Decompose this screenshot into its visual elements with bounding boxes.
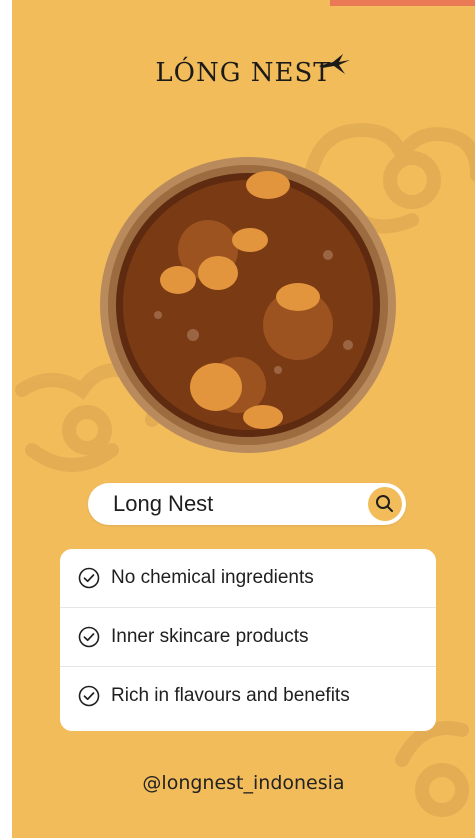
search-button[interactable] [368, 487, 402, 521]
feature-label: Rich in flavours and benefits [111, 685, 350, 706]
list-item: No chemical ingredients [60, 549, 436, 607]
accent-strip [330, 0, 475, 6]
list-item: Inner skincare products [60, 608, 436, 666]
swallow-bird-icon [319, 54, 350, 74]
feature-list: No chemical ingredients Inner skincare p… [60, 549, 436, 731]
list-item: Rich in flavours and benefits [60, 667, 436, 725]
search-query[interactable]: Long Nest [113, 491, 213, 517]
poster-frame: LÓNG NEST Long Nest No chemical ingredie… [0, 0, 475, 838]
feature-label: No chemical ingredients [111, 567, 314, 588]
instagram-handle: @longnest_indonesia [142, 772, 345, 794]
feature-label: Inner skincare products [111, 626, 309, 647]
search-bar[interactable]: Long Nest [88, 483, 406, 525]
check-circle-icon [78, 567, 100, 589]
check-circle-icon [78, 685, 100, 707]
search-icon [376, 495, 393, 512]
brand-logo: LÓNG NEST [12, 54, 475, 88]
check-circle-icon [78, 626, 100, 648]
poster-background: LÓNG NEST Long Nest No chemical ingredie… [12, 0, 475, 838]
birdnest-bowl-image [100, 157, 396, 453]
brand-name: LÓNG NEST [155, 58, 332, 88]
